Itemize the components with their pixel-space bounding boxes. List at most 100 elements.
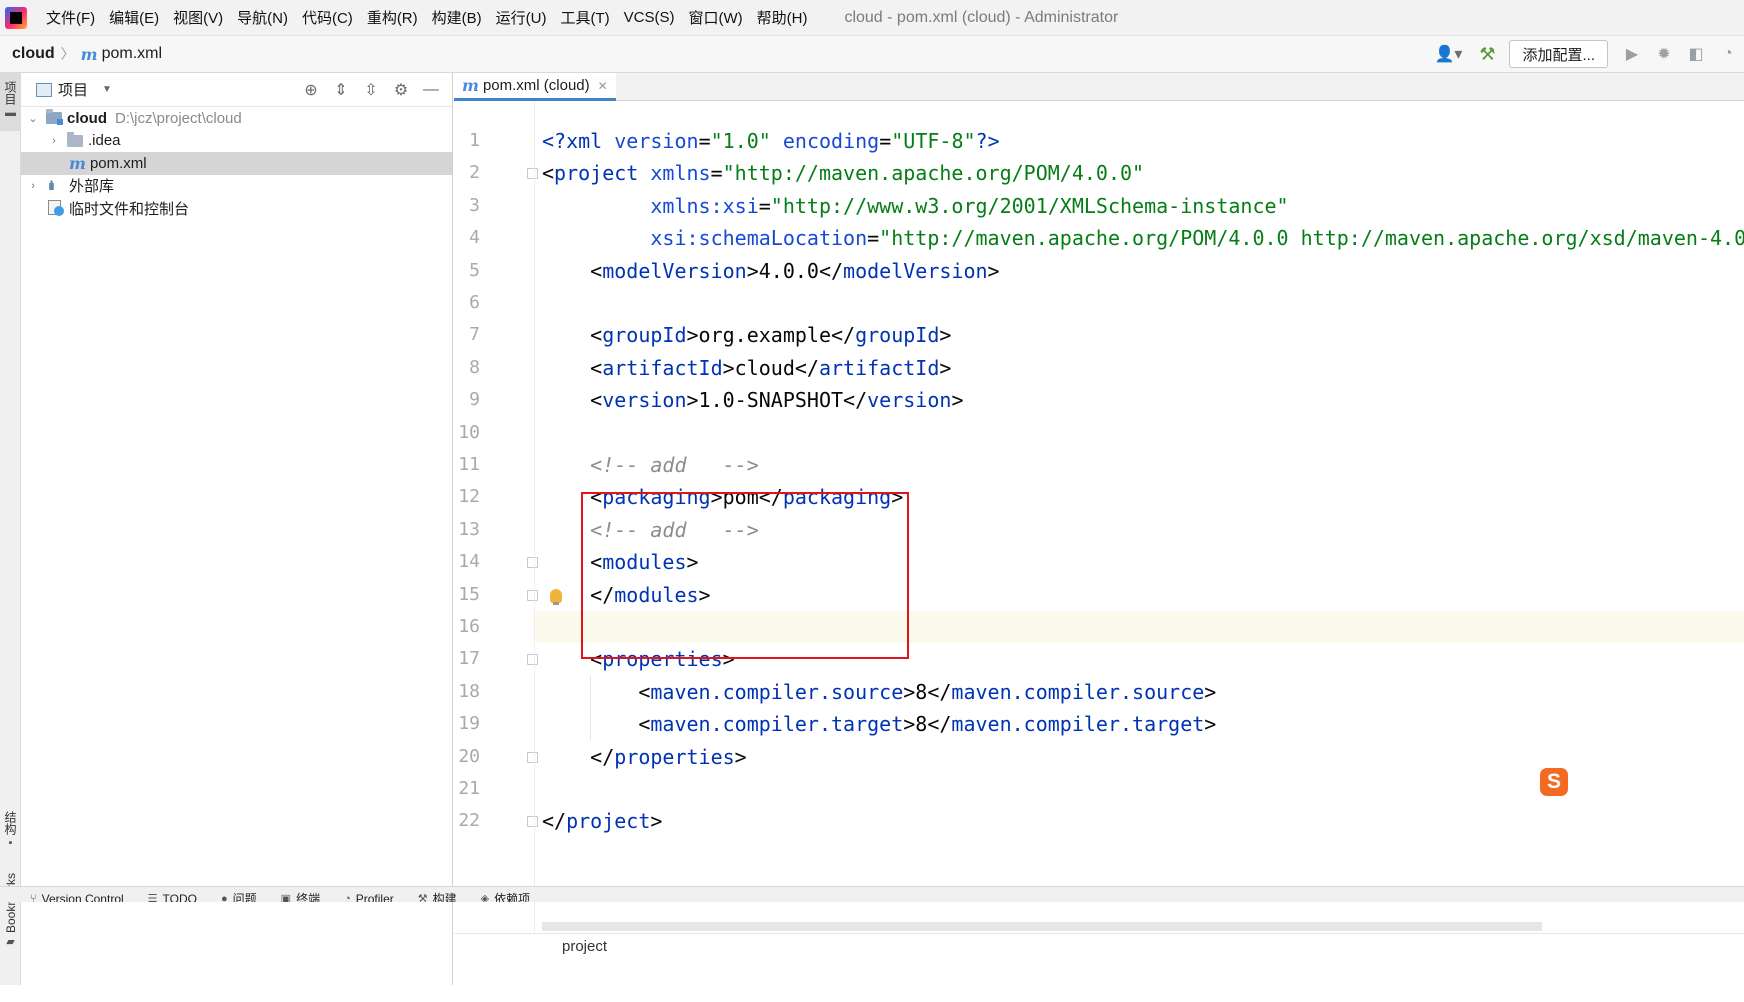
editor-tab-pom[interactable]: m pom.xml (cloud) ✕ <box>454 73 616 101</box>
bottom-tool-label: 构建 <box>432 892 457 902</box>
locate-file-icon[interactable]: ⊕ <box>296 80 326 100</box>
line-number[interactable]: 6 <box>454 287 480 319</box>
menu-vcs[interactable]: VCS(S) <box>617 9 682 26</box>
line-number[interactable]: 7 <box>454 319 480 351</box>
menu-refactor[interactable]: 重构(R) <box>360 7 425 28</box>
scratch-file-icon <box>48 200 64 217</box>
code-token: version <box>867 388 952 413</box>
tree-item-idea[interactable]: › .idea <box>21 130 452 153</box>
line-number[interactable]: 16 <box>454 611 480 643</box>
intellij-logo-icon[interactable] <box>5 6 27 29</box>
line-number[interactable]: 15 <box>454 579 480 611</box>
code-line[interactable]: </properties> <box>542 741 747 773</box>
menu-edit[interactable]: 编辑(E) <box>102 7 166 28</box>
bottom-tool-profiler[interactable]: ◔ Profiler <box>344 892 394 902</box>
tree-item-label: .idea <box>88 132 121 150</box>
code-line[interactable]: <maven.compiler.target>8</maven.compiler… <box>542 708 1216 740</box>
tree-item-external-libraries[interactable]: › ıllı 外部库 <box>21 175 452 198</box>
line-number[interactable]: 22 <box>454 805 480 837</box>
line-number[interactable]: 18 <box>454 676 480 708</box>
code-line[interactable]: <?xml version="1.0" encoding="UTF-8"?> <box>542 125 1000 157</box>
profile-icon[interactable]: ◔ <box>1715 41 1741 67</box>
expand-all-icon[interactable]: ⇕ <box>326 80 356 100</box>
line-number[interactable]: 20 <box>454 741 480 773</box>
run-icon[interactable]: ▶ <box>1619 41 1645 67</box>
profiler-icon: ◔ <box>344 893 351 902</box>
menu-navigate[interactable]: 导航(N) <box>230 7 295 28</box>
code-line[interactable]: <project xmlns="http://maven.apache.org/… <box>542 157 1144 189</box>
stripe-structure-tab[interactable]: 结构 ▪ <box>0 811 21 849</box>
gear-icon[interactable]: ⚙ <box>386 80 416 100</box>
code-token: maven.compiler.source <box>951 679 1205 704</box>
menu-view[interactable]: 视图(V) <box>166 7 230 28</box>
folder-icon <box>67 131 83 147</box>
line-number[interactable]: 19 <box>454 708 480 740</box>
tree-item-cloud[interactable]: ⌄ cloud D:\jcz\project\cloud <box>21 107 452 130</box>
debug-icon[interactable]: ✹ <box>1651 41 1677 67</box>
line-number[interactable]: 13 <box>454 514 480 546</box>
code-line[interactable]: <maven.compiler.source>8</maven.compiler… <box>542 676 1216 708</box>
menu-help[interactable]: 帮助(H) <box>750 7 815 28</box>
breadcrumb-project[interactable]: cloud <box>12 45 55 63</box>
menu-tools[interactable]: 工具(T) <box>553 7 616 28</box>
editor-breadcrumb[interactable]: project <box>562 938 607 955</box>
code-line[interactable]: <version>1.0-SNAPSHOT</version> <box>542 384 963 416</box>
line-number[interactable]: 17 <box>454 643 480 675</box>
chevron-down-icon[interactable]: ⌄ <box>26 112 40 125</box>
line-number[interactable]: 4 <box>454 222 480 254</box>
menu-code[interactable]: 代码(C) <box>295 7 360 28</box>
add-configuration-button[interactable]: 添加配置... <box>1509 40 1608 68</box>
bottom-tool-todo[interactable]: ☰ TODO <box>148 892 197 902</box>
bottom-tool-dependencies[interactable]: ◈ 依赖项 <box>481 892 530 902</box>
bottom-tool-build[interactable]: ⚒ 构建 <box>418 892 457 902</box>
line-number[interactable]: 9 <box>454 384 480 416</box>
line-number[interactable]: 11 <box>454 449 480 481</box>
code-line[interactable]: xmlns:xsi="http://www.w3.org/2001/XMLSch… <box>542 190 1288 222</box>
project-panel-title[interactable]: 项目 <box>58 79 88 100</box>
line-number[interactable]: 21 <box>454 773 480 805</box>
horizontal-scrollbar[interactable] <box>542 922 1542 931</box>
line-number[interactable]: 8 <box>454 352 480 384</box>
bottom-tool-version-control[interactable]: ⑂ Version Control <box>30 892 124 902</box>
code-line[interactable]: <modelVersion>4.0.0</modelVersion> <box>542 255 999 287</box>
code-line[interactable]: <artifactId>cloud</artifactId> <box>542 352 951 384</box>
menu-run[interactable]: 运行(U) <box>489 7 554 28</box>
code-line[interactable]: <groupId>org.example</groupId> <box>542 319 951 351</box>
code-line[interactable]: xsi:schemaLocation="http://maven.apache.… <box>542 222 1744 254</box>
code-token: ?> <box>975 129 1000 153</box>
user-dropdown-icon[interactable]: 👤▾ <box>1428 41 1468 67</box>
line-number[interactable]: 1 <box>454 125 480 157</box>
line-number[interactable]: 2 <box>454 157 480 189</box>
line-number[interactable]: 5 <box>454 255 480 287</box>
line-number[interactable]: 3 <box>454 190 480 222</box>
collapse-all-icon[interactable]: ⇳ <box>356 80 386 100</box>
tree-item-scratches[interactable]: 临时文件和控制台 <box>21 197 452 220</box>
bottom-tool-label: 问题 <box>232 892 257 902</box>
line-number[interactable]: 10 <box>454 417 480 449</box>
module-folder-icon <box>46 109 63 126</box>
stripe-project-tab[interactable]: 项目 ▬ <box>0 73 21 131</box>
close-icon[interactable]: ✕ <box>598 79 608 93</box>
stripe-bookmarks-tab[interactable]: Bookmarks ▰ <box>0 873 21 948</box>
chevron-down-icon[interactable]: ▼ <box>102 84 112 95</box>
chevron-right-icon[interactable]: › <box>47 135 61 147</box>
code-line[interactable]: <!-- add --> <box>542 449 759 481</box>
bottom-tool-terminal[interactable]: ▣ 终端 <box>281 892 320 902</box>
code-token: "http://maven.apache.org/POM/4.0.0 http:… <box>879 226 1744 251</box>
menu-window[interactable]: 窗口(W) <box>681 7 749 28</box>
bottom-tool-stripe: ⑂ Version Control ☰ TODO ● 问题 ▣ 终端 ◔ Profiler ⚒ 构建 ◈… <box>0 886 1744 902</box>
coverage-icon[interactable]: ◧ <box>1683 41 1709 67</box>
menu-build[interactable]: 构建(B) <box>425 7 489 28</box>
code-line[interactable]: </project> <box>542 805 662 837</box>
tree-item-pom[interactable]: m pom.xml <box>21 152 452 175</box>
hide-panel-icon[interactable]: — <box>416 81 446 99</box>
input-method-icon[interactable]: S <box>1540 768 1568 796</box>
toolbar-right: 👤▾ ⚒ 添加配置... ▶ ✹ ◧ ◔ <box>1425 36 1744 72</box>
bottom-tool-problems[interactable]: ● 问题 <box>221 892 257 902</box>
breadcrumb-file[interactable]: pom.xml <box>102 45 162 63</box>
menu-file[interactable]: 文件(F) <box>39 7 102 28</box>
build-hammer-icon[interactable]: ⚒ <box>1474 41 1500 67</box>
line-number[interactable]: 14 <box>454 546 480 578</box>
line-number[interactable]: 12 <box>454 481 480 513</box>
chevron-right-icon[interactable]: › <box>26 180 40 192</box>
